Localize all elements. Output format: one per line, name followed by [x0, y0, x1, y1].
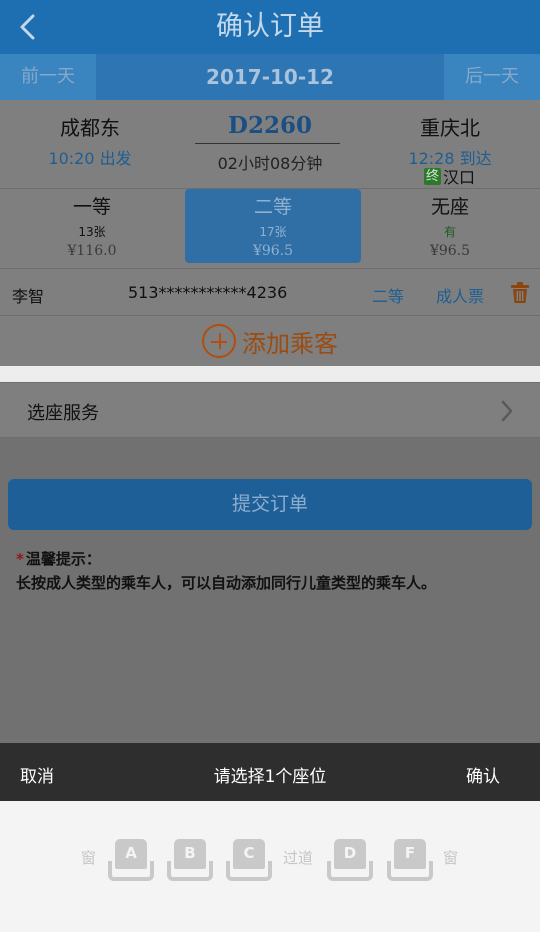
page-title: 确认订单 — [216, 11, 324, 42]
passenger-row[interactable]: 李智 513***********4236 二等 成人票 — [0, 268, 540, 316]
terminal-station: 终 汉口 — [424, 164, 475, 188]
seat-class-second[interactable]: 二等 17张 ¥96.5 — [185, 189, 361, 263]
seat-class-no-seat[interactable]: 无座 有 ¥96.5 — [362, 189, 538, 263]
seat-class-name: 无座 — [430, 196, 469, 218]
seat-class-count: 17张 — [259, 225, 287, 239]
trip-duration: 02小时08分钟 — [217, 154, 323, 173]
seat-d[interactable]: D — [327, 839, 373, 881]
seat-class-name: 二等 — [253, 196, 292, 218]
departure-time: 10:20 出发 — [48, 149, 132, 168]
passenger-seat-class[interactable]: 二等 — [372, 283, 404, 307]
route-line — [195, 143, 340, 144]
seat-class-first[interactable]: 一等 13张 ¥116.0 — [4, 189, 180, 263]
add-passenger-label: 添加乘客 — [242, 329, 338, 358]
tips-text: 长按成人类型的乘车人，可以自动添加同行儿童类型的乘车人。 — [16, 574, 437, 592]
departure-station: 成都东 10:20 出发 — [20, 112, 160, 169]
seat-class-count: 有 — [443, 225, 456, 239]
date-bar: 前一天 2017-10-12 后一天 — [0, 54, 540, 100]
seat-class-selector: 一等 13张 ¥116.0 二等 17张 ¥96.5 无座 有 ¥96.5 — [0, 188, 540, 268]
plus-circle-icon — [202, 324, 236, 358]
seat-class-price: ¥96.5 — [252, 243, 294, 259]
chevron-right-icon — [501, 400, 513, 422]
seat-picker-toolbar: 取消 请选择1个座位 确认 — [0, 743, 540, 801]
departure-station-name: 成都东 — [60, 116, 120, 140]
passenger-ticket-type[interactable]: 成人票 — [436, 283, 484, 307]
next-day-button[interactable]: 后一天 — [444, 54, 540, 100]
seat-service-row[interactable]: 选座服务 — [0, 382, 540, 438]
seat-a-cushion — [108, 861, 154, 881]
train-number: D2260 — [228, 112, 312, 139]
window-label-right: 窗 — [443, 849, 459, 867]
header-bar: 确认订单 — [0, 0, 540, 54]
date-label: 2017-10-12 — [206, 65, 334, 89]
tips-title-text: 温馨提示： — [25, 550, 101, 568]
tips-star: * — [16, 550, 24, 568]
terminal-badge: 终 — [424, 167, 441, 185]
confirm-button[interactable]: 确认 — [466, 762, 500, 787]
add-passenger-button[interactable]: 添加乘客 — [0, 316, 540, 366]
seat-picker-panel: 窗 A B C 过道 D F 窗 — [0, 801, 540, 932]
trash-icon[interactable] — [510, 282, 530, 304]
seat-b-cushion — [167, 861, 213, 881]
seat-c[interactable]: C — [226, 839, 272, 881]
arrival-station-name: 重庆北 — [420, 116, 480, 140]
passenger-name: 李智 — [12, 287, 45, 306]
aisle-label: 过道 — [283, 849, 314, 867]
seat-f[interactable]: F — [387, 839, 433, 881]
prev-day-button[interactable]: 前一天 — [0, 54, 96, 100]
train-info: 成都东 10:20 出发 D2260 02小时08分钟 重庆北 12:28 到达… — [0, 100, 540, 188]
arrival-station: 重庆北 12:28 到达 — [380, 112, 520, 169]
seat-class-price: ¥116.0 — [67, 243, 117, 259]
tips-title: * 温馨提示： — [16, 548, 101, 569]
seat-class-name: 一等 — [72, 196, 111, 218]
seat-map: 窗 A B C 过道 D F 窗 — [0, 839, 540, 883]
terminal-station-name: 汉口 — [443, 168, 476, 187]
passenger-id-number: 513***********4236 — [128, 283, 288, 302]
seat-class-price: ¥96.5 — [429, 243, 471, 259]
seat-d-cushion — [327, 861, 373, 881]
seat-picker-title: 请选择1个座位 — [213, 767, 327, 787]
seat-a[interactable]: A — [108, 839, 154, 881]
seat-service-label: 选座服务 — [27, 403, 99, 424]
seat-f-cushion — [387, 861, 433, 881]
window-label-left: 窗 — [81, 849, 97, 867]
submit-order-button[interactable]: 提交订单 — [8, 479, 532, 530]
seat-c-cushion — [226, 861, 272, 881]
seat-class-count: 13张 — [78, 225, 106, 239]
seat-b[interactable]: B — [167, 839, 213, 881]
